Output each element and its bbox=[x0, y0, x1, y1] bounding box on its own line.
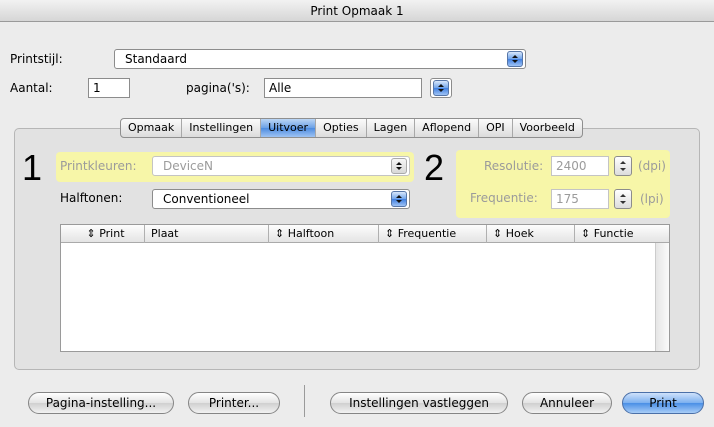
plates-table: ⇕ Print Plaat ⇕ Halftoon ⇕ Frequentie ⇕ … bbox=[60, 224, 670, 352]
aantal-input[interactable]: 1 bbox=[88, 78, 130, 98]
column-header-halftoon-label: Halftoon bbox=[287, 227, 335, 240]
printkleuren-label: Printkleuren: bbox=[60, 159, 137, 173]
column-header-frequentie-label: Frequentie bbox=[397, 227, 457, 240]
column-header-plaat[interactable]: Plaat bbox=[145, 225, 269, 243]
column-header-print-label: Print bbox=[99, 227, 125, 240]
table-header: ⇕ Print Plaat ⇕ Halftoon ⇕ Frequentie ⇕ … bbox=[61, 225, 669, 243]
tab-opi[interactable]: OPI bbox=[479, 119, 513, 137]
frequentie-input[interactable]: 175 bbox=[551, 189, 609, 209]
frequentie-unit: (lpi) bbox=[640, 192, 664, 206]
button-separator bbox=[304, 385, 305, 417]
table-scrollbar[interactable] bbox=[655, 243, 669, 351]
frequentie-label: Frequentie: bbox=[470, 191, 538, 205]
aantal-label: Aantal: bbox=[10, 81, 53, 95]
column-header-halftoon[interactable]: ⇕ Halftoon bbox=[269, 225, 379, 243]
column-header-hoek[interactable]: ⇕ Hoek bbox=[487, 225, 575, 243]
column-header-plaat-label: Plaat bbox=[151, 227, 179, 240]
annotation-number-2: 2 bbox=[424, 147, 445, 188]
resolutie-label: Resolutie: bbox=[484, 159, 544, 173]
popup-arrows-icon bbox=[391, 191, 407, 207]
tab-opmaak[interactable]: Opmaak bbox=[121, 119, 183, 137]
printstijl-label: Printstijl: bbox=[10, 52, 63, 66]
halftonen-label: Halftonen: bbox=[60, 191, 123, 205]
column-header-frequentie[interactable]: ⇕ Frequentie bbox=[379, 225, 487, 243]
tab-uitvoer[interactable]: Uitvoer bbox=[261, 119, 317, 137]
tab-aflopend[interactable]: Aflopend bbox=[415, 119, 480, 137]
instellingen-vastleggen-button[interactable]: Instellingen vastleggen bbox=[330, 392, 508, 414]
tab-instellingen[interactable]: Instellingen bbox=[182, 119, 262, 137]
resolutie-unit: (dpi) bbox=[638, 159, 666, 173]
tab-lagen[interactable]: Lagen bbox=[367, 119, 416, 137]
halftonen-value: Conventioneel bbox=[163, 192, 250, 206]
printstijl-select[interactable]: Standaard bbox=[114, 49, 526, 69]
annuleer-button[interactable]: Annuleer bbox=[522, 392, 612, 414]
paginas-input[interactable]: Alle bbox=[264, 78, 422, 98]
paginas-label: pagina('s): bbox=[186, 81, 250, 95]
annotation-number-1: 1 bbox=[22, 147, 43, 188]
paginas-menu-button[interactable] bbox=[430, 78, 452, 98]
tab-voorbeeld[interactable]: Voorbeeld bbox=[513, 119, 582, 137]
column-header-print[interactable]: ⇕ Print bbox=[61, 225, 145, 243]
tab-opties[interactable]: Opties bbox=[316, 119, 367, 137]
resolutie-input[interactable]: 2400 bbox=[551, 156, 609, 176]
popup-arrows-icon bbox=[391, 158, 407, 174]
popup-arrows-icon bbox=[507, 51, 523, 67]
printkleuren-select[interactable]: DeviceN bbox=[152, 156, 410, 176]
column-header-functie[interactable]: ⇕ Functie bbox=[575, 225, 669, 243]
column-header-functie-label: Functie bbox=[593, 227, 634, 240]
tab-bar: Opmaak Instellingen Uitvoer Opties Lagen… bbox=[120, 118, 583, 138]
popup-arrows-icon bbox=[433, 80, 449, 96]
printkleuren-value: DeviceN bbox=[163, 159, 214, 173]
window-title: Print Opmaak 1 bbox=[0, 0, 714, 22]
column-header-hoek-label: Hoek bbox=[505, 227, 534, 240]
pagina-instelling-button[interactable]: Pagina-instelling... bbox=[28, 392, 174, 414]
halftonen-select[interactable]: Conventioneel bbox=[152, 189, 410, 209]
printstijl-value: Standaard bbox=[125, 52, 187, 66]
frequentie-stepper[interactable] bbox=[614, 189, 632, 209]
printer-button[interactable]: Printer... bbox=[188, 392, 280, 414]
resolutie-stepper[interactable] bbox=[614, 156, 632, 176]
print-button[interactable]: Print bbox=[622, 392, 704, 414]
